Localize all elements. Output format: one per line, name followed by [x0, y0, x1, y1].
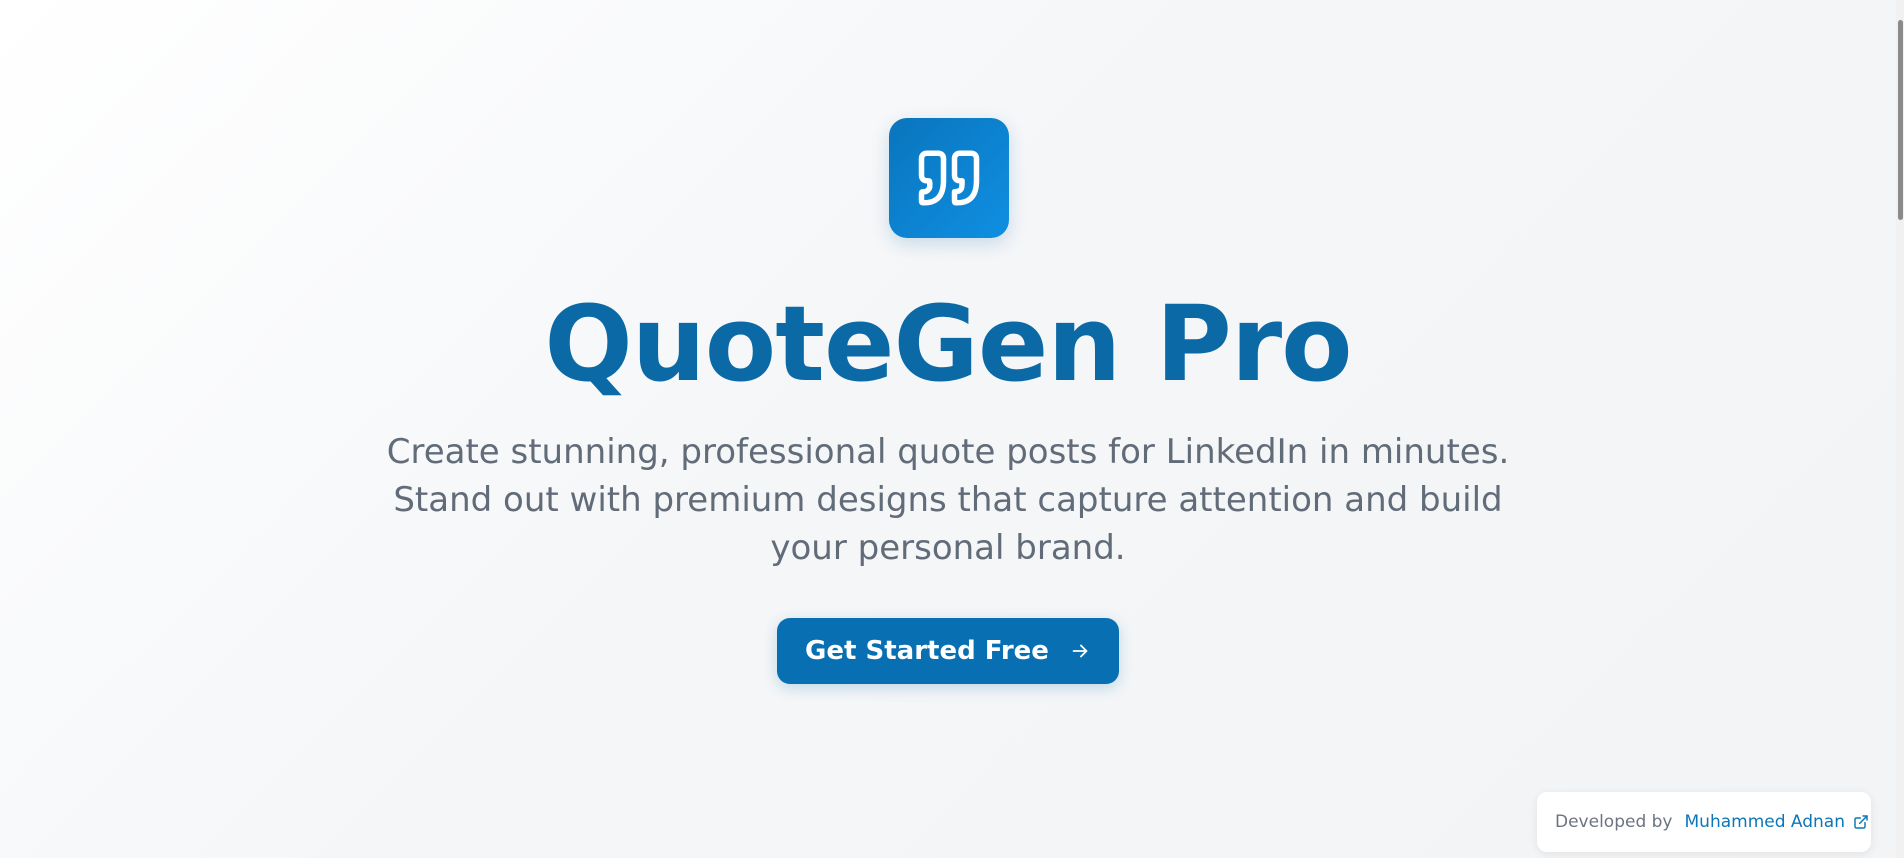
developer-credit-card: Developed by Muhammed Adnan — [1537, 792, 1871, 852]
hero-subtitle: Create stunning, professional quote post… — [386, 432, 1510, 568]
quote-icon — [916, 145, 982, 211]
get-started-button[interactable]: Get Started Free — [777, 618, 1119, 684]
arrow-right-icon — [1069, 640, 1091, 662]
get-started-label: Get Started Free — [805, 636, 1049, 666]
developed-by-label: Developed by — [1555, 812, 1673, 832]
page-scrollbar[interactable] — [1896, 0, 1904, 858]
logo-tile — [889, 118, 1009, 238]
author-name: Muhammed Adnan — [1684, 812, 1846, 832]
hero-section: QuoteGen Pro Create stunning, profession… — [0, 0, 1896, 858]
scrollbar-thumb[interactable] — [1898, 20, 1903, 220]
author-link[interactable]: Muhammed Adnan — [1685, 812, 1870, 832]
page-title: QuoteGen Pro — [544, 283, 1352, 405]
external-link-icon — [1853, 814, 1869, 830]
